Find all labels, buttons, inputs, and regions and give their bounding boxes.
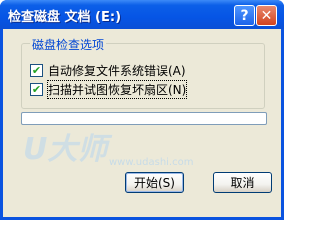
- title-bar[interactable]: 检查磁盘 文档 (E:) ? ✕: [0, 0, 284, 29]
- check-disk-dialog: 检查磁盘 文档 (E:) ? ✕ 磁盘检查选项 ✔ 自动修复文件系统错误(A) …: [0, 0, 284, 220]
- window-title: 检查磁盘 文档 (E:): [8, 10, 122, 25]
- help-button[interactable]: ?: [234, 5, 255, 26]
- watermark-logo: U大师: [23, 132, 108, 167]
- cancel-button[interactable]: 取消: [213, 172, 272, 193]
- scan-bad-sectors-checkbox[interactable]: ✔: [30, 83, 43, 96]
- close-icon: ✕: [260, 7, 273, 24]
- check-mark-icon: ✔: [31, 64, 42, 77]
- auto-fix-option[interactable]: ✔ 自动修复文件系统错误(A): [30, 62, 186, 79]
- help-icon: ?: [240, 7, 249, 24]
- auto-fix-checkbox[interactable]: ✔: [30, 64, 43, 77]
- scan-bad-sectors-option[interactable]: ✔ 扫描并试图恢复坏扇区(N): [30, 80, 188, 99]
- scan-bad-sectors-label: 扫描并试图恢复坏扇区(N): [46, 80, 188, 99]
- watermark-url: www.udashi.com: [109, 157, 194, 168]
- close-button[interactable]: ✕: [256, 5, 277, 26]
- check-mark-icon: ✔: [31, 83, 42, 96]
- dialog-body: 磁盘检查选项 ✔ 自动修复文件系统错误(A) ✔ 扫描并试图恢复坏扇区(N) U…: [3, 29, 281, 217]
- disk-check-options-group: 磁盘检查选项 ✔ 自动修复文件系统错误(A) ✔ 扫描并试图恢复坏扇区(N): [21, 36, 265, 109]
- group-legend: 磁盘检查选项: [30, 36, 107, 53]
- auto-fix-label: 自动修复文件系统错误(A): [48, 64, 186, 78]
- start-button[interactable]: 开始(S): [125, 172, 184, 193]
